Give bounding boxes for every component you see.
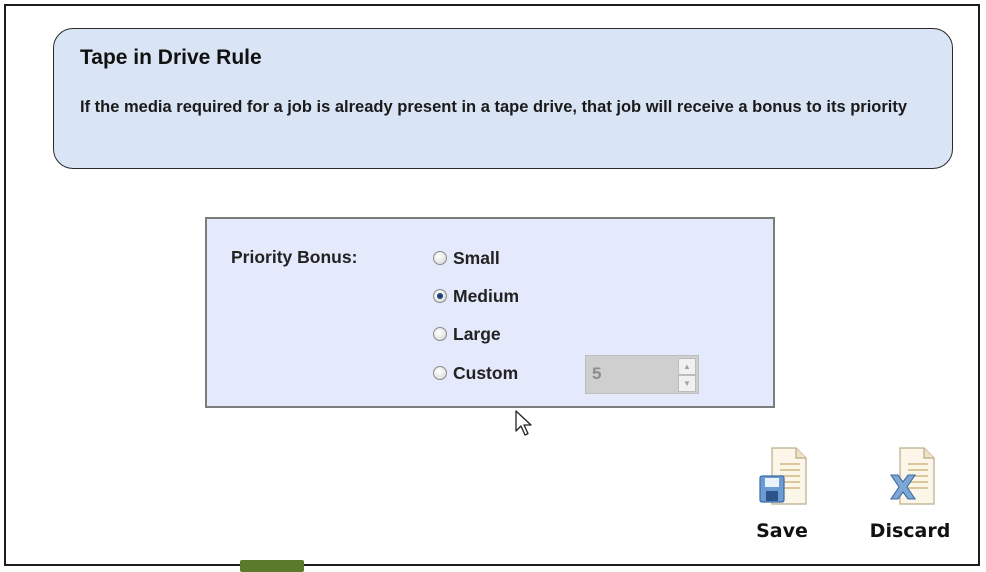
mouse-pointer-icon (515, 410, 532, 436)
spinner-down-icon[interactable]: ▼ (678, 375, 696, 392)
save-document-icon (759, 447, 807, 505)
save-button[interactable]: Save (732, 446, 832, 546)
custom-value-field[interactable]: 5 (592, 364, 601, 384)
discard-document-icon (889, 447, 935, 505)
spinner-up-icon[interactable]: ▲ (678, 358, 696, 375)
rule-info-card: Tape in Drive Rule If the media required… (53, 28, 953, 169)
option-small-label: Small (453, 247, 500, 268)
option-small[interactable]: Small (433, 245, 500, 271)
background-green-tab (240, 560, 304, 572)
background-window-bleed (240, 556, 720, 572)
priority-bonus-panel: Priority Bonus: Small Medium Large Custo… (205, 217, 775, 408)
radio-medium[interactable] (433, 289, 447, 303)
rule-description: If the media required for a job is alrea… (80, 98, 908, 116)
rule-title: Tape in Drive Rule (80, 46, 262, 69)
option-large[interactable]: Large (433, 321, 501, 347)
option-medium-label: Medium (453, 285, 520, 306)
option-medium[interactable]: Medium (433, 283, 519, 309)
radio-large[interactable] (433, 327, 447, 341)
radio-custom[interactable] (433, 366, 447, 380)
option-large-label: Large (453, 323, 501, 344)
radio-small[interactable] (433, 251, 447, 265)
discard-label: Discard (869, 520, 951, 542)
save-label: Save (756, 520, 808, 542)
discard-button[interactable]: Discard (860, 446, 960, 546)
tape-in-drive-rule-window: Tape in Drive Rule If the media required… (4, 4, 980, 566)
option-custom-label: Custom (453, 362, 519, 383)
priority-bonus-label: Priority Bonus: (231, 247, 358, 267)
option-custom[interactable]: Custom (433, 360, 518, 386)
custom-value-spinner[interactable]: 5 ▲ ▼ (585, 355, 699, 394)
